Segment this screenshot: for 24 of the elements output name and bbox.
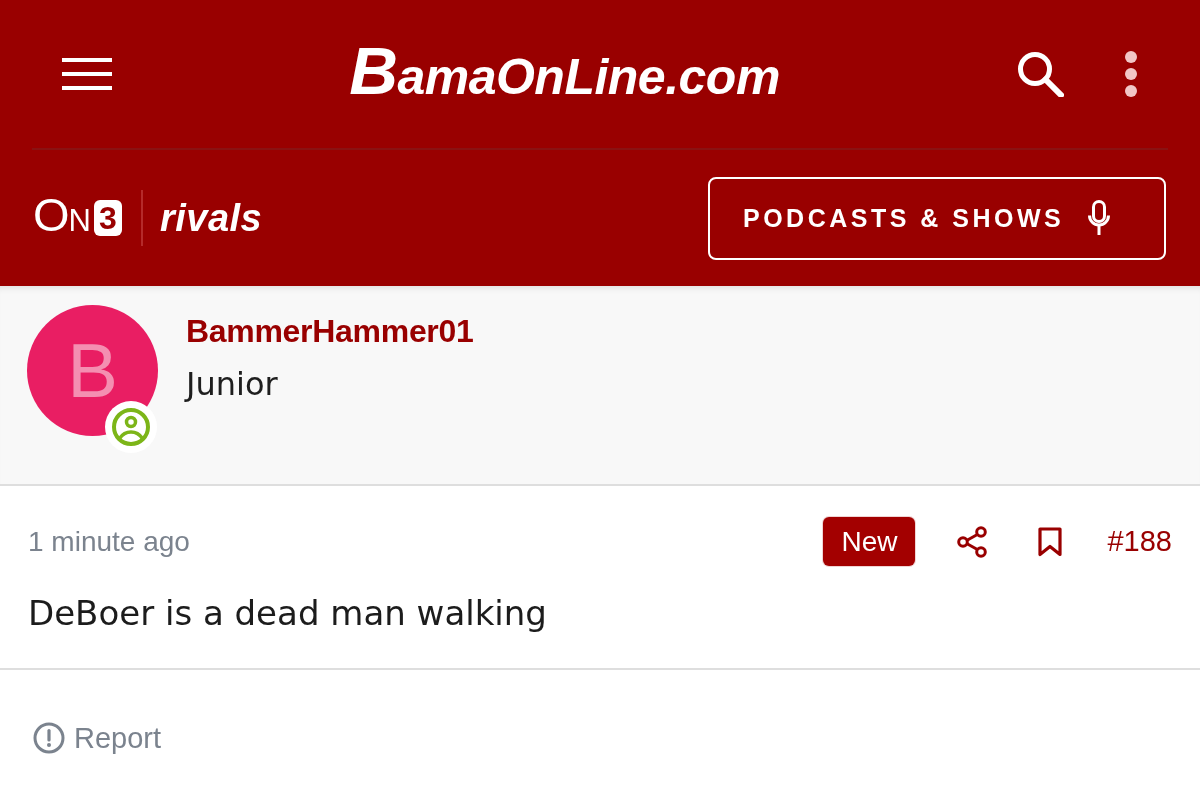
member-rank: Junior <box>186 364 278 404</box>
microphone-icon <box>1088 200 1111 236</box>
bookmark-icon <box>1037 526 1064 557</box>
username-link[interactable]: BammerHammer01 <box>186 311 474 351</box>
vertical-dots-icon <box>1124 50 1138 98</box>
new-badge: New <box>823 517 916 566</box>
post-number-link[interactable]: #188 <box>1107 525 1172 558</box>
network-logo[interactable]: rivals <box>159 196 263 240</box>
menu-icon <box>62 58 112 90</box>
partner-logo[interactable]: ON 3 <box>33 198 122 238</box>
post-timestamp: 1 minute ago <box>28 525 190 558</box>
user-circle-icon <box>105 401 157 453</box>
more-options-button[interactable] <box>1124 50 1138 98</box>
share-button[interactable] <box>957 525 988 558</box>
search-icon <box>1017 51 1064 97</box>
report-button[interactable]: Report <box>33 718 162 758</box>
search-button[interactable] <box>1017 51 1064 97</box>
share-icon <box>957 525 988 558</box>
post-text: DeBoer is a dead man walking <box>28 592 547 635</box>
podcasts-button[interactable]: PODCASTS & SHOWS <box>708 176 1166 260</box>
exclamation-circle-icon <box>33 722 65 754</box>
site-logo[interactable]: BamaOnLine.com <box>349 40 780 108</box>
menu-button[interactable] <box>62 58 112 90</box>
bookmark-button[interactable] <box>1037 526 1064 557</box>
